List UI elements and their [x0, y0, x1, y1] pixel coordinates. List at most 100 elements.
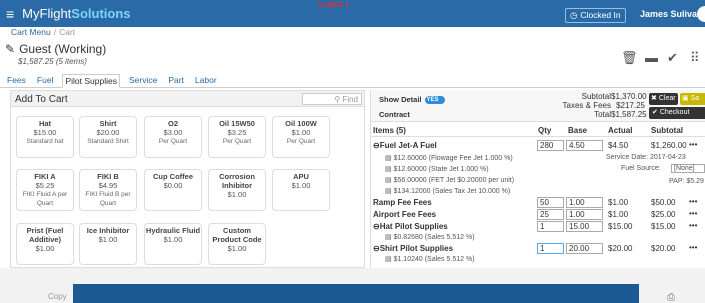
print-icon[interactable]: ⎙ — [667, 292, 675, 303]
qty-input[interactable]: 1 — [537, 243, 564, 254]
save-label: Sa — [690, 95, 700, 102]
more-icon[interactable]: ••• — [689, 197, 697, 206]
clocked-in-button[interactable]: ◷ Clocked In — [565, 8, 626, 23]
line-subtotal: $50.00 — [651, 198, 676, 207]
menu-icon[interactable]: ≡ — [6, 7, 14, 21]
more-icon[interactable]: ••• — [689, 140, 697, 149]
product-price: $3.25 — [227, 128, 247, 137]
product-name: Hydraulic Fluid — [145, 226, 201, 235]
product-card[interactable]: APU $1.00 — [272, 169, 330, 211]
minus-circle-icon[interactable]: ⊖ — [373, 244, 380, 253]
base-input[interactable]: 20.00 — [566, 243, 603, 254]
tax-fee-line: ▤ $0.82680 (Sales 5.512 %) — [385, 234, 475, 241]
qty-input[interactable]: 25 — [537, 209, 564, 220]
tab-labor[interactable]: Labor — [193, 74, 219, 88]
product-card[interactable]: Prist (Fuel Additive) $1.00 — [16, 223, 74, 265]
product-price: $0.00 — [163, 181, 183, 190]
fuel-fee-line: ▤ $134.12000 (Sales Tax Jet 10.000 %) — [385, 188, 511, 195]
fuel-source-label: Fuel Source: — [621, 165, 661, 172]
product-desc: FIKI Fluid A per Quart — [22, 191, 68, 207]
minus-circle-icon[interactable]: ⊖ — [373, 141, 380, 150]
fuel-qty-input[interactable]: 280 — [537, 140, 564, 151]
product-card[interactable]: Custom Product Code $1.00 — [208, 223, 266, 265]
check-icon[interactable]: ✔ — [667, 50, 678, 66]
add-to-cart-header: Add To Cart ⚲ Find — [11, 91, 364, 107]
product-card[interactable]: Oil 100W $1.00 Per Quart — [272, 116, 330, 158]
total-value: $1,587.25 — [611, 110, 647, 119]
taxes-label: Taxes & Fees — [562, 101, 611, 110]
tab-fuel[interactable]: Fuel — [35, 74, 56, 88]
qty-input[interactable]: 1 — [537, 221, 564, 232]
clock-icon: ◷ — [570, 10, 578, 20]
fuel-source-value: [None] — [674, 165, 695, 172]
minus-circle-icon[interactable]: ⊖ — [373, 222, 380, 231]
product-price: $1.00 — [227, 244, 247, 253]
clear-label: Clear — [658, 95, 676, 102]
product-card[interactable]: FIKI A $5.25 FIKI Fluid A per Quart — [16, 169, 74, 211]
cart-row-fuel: ⊖Fuel Jet-A Fuel 280 4.50 $4.50 $1,260.0… — [371, 139, 705, 153]
grid-icon[interactable]: ⠿ — [690, 50, 700, 66]
product-desc: Per Quart — [286, 138, 316, 145]
cart-panel: Show Detail YES Contract Subtotal Taxes & … — [370, 90, 705, 268]
clear-button[interactable]: ✖ Clear — [649, 93, 678, 105]
product-card[interactable]: O2 $3.00 Per Quart — [144, 116, 202, 158]
cart-item-name[interactable]: ⊖Shirt Pilot Supplies — [373, 244, 453, 253]
trash-icon[interactable]: 🗑 — [621, 50, 638, 66]
find-input[interactable]: ⚲ Find — [302, 93, 362, 105]
product-desc: FIKI Fluid B per Quart — [85, 191, 131, 207]
tab-pilot-supplies[interactable]: Pilot Supplies — [62, 74, 120, 88]
product-card[interactable]: Hydraulic Fluid $1.00 — [144, 223, 202, 265]
save-button[interactable]: ▣ Sa — [680, 93, 705, 105]
product-name: FIKI A — [34, 172, 56, 181]
edit-icon[interactable]: ✎ — [5, 42, 15, 56]
more-icon[interactable]: ••• — [689, 243, 697, 252]
product-card[interactable]: Cup Coffee $0.00 — [144, 169, 202, 211]
cart-item-name[interactable]: Ramp Fee Fees — [373, 198, 432, 207]
product-card[interactable]: Hat $15.00 Standard hat — [16, 116, 74, 158]
product-card[interactable]: Ice Inhibitor $1.00 — [79, 223, 137, 265]
col-items: Items (5) — [373, 126, 406, 135]
tab-fees[interactable]: Fees — [5, 74, 28, 88]
base-input[interactable]: 15.00 — [566, 221, 603, 232]
more-icon[interactable]: ••• — [689, 221, 697, 230]
product-price: $1.00 — [163, 235, 183, 244]
archive-icon[interactable]: ▬ — [645, 50, 658, 65]
product-card[interactable]: Oil 15W50 $3.25 Per Quart — [208, 116, 266, 158]
cart-item-name[interactable]: ⊖Hat Pilot Supplies — [373, 222, 448, 231]
product-card[interactable]: FIKI B $4.95 FIKI Fluid B per Quart — [79, 169, 137, 211]
fuel-source-select[interactable]: [None] — [671, 164, 705, 173]
fuel-base-input[interactable]: 4.50 — [566, 140, 603, 151]
base-input[interactable]: 1.00 — [566, 209, 603, 220]
product-card[interactable]: Corrosion Inhibitor $1.00 — [208, 169, 266, 211]
show-detail-toggle[interactable]: YES — [424, 95, 445, 104]
qty-input[interactable]: 50 — [537, 197, 564, 208]
product-desc: Standard Shirt — [87, 138, 129, 145]
tab-part[interactable]: Part — [166, 74, 186, 88]
avatar[interactable] — [697, 6, 705, 22]
breadcrumb: Cart Menu / Cart — [11, 27, 76, 37]
service-date: Service Date: 2017-04-23 — [606, 154, 686, 161]
checkout-button[interactable]: ✔ Checkout — [649, 107, 705, 119]
fuel-item-name[interactable]: ⊖Fuel Jet-A Fuel — [373, 141, 437, 150]
base-input[interactable]: 1.00 — [566, 197, 603, 208]
cart-summary: Show Detail YES Contract Subtotal Taxes & … — [371, 90, 705, 122]
tab-service[interactable]: Service — [127, 74, 159, 88]
receipt-icon: ▤ — [385, 256, 392, 263]
receipt-icon: ▤ — [385, 166, 392, 173]
save-icon: ▣ — [682, 95, 689, 102]
user-menu[interactable]: James Sulivan (Admin) — [640, 9, 705, 19]
more-icon[interactable]: ••• — [689, 209, 697, 218]
breadcrumb-cart-menu[interactable]: Cart Menu — [11, 27, 51, 37]
fuel-fee-line: ▤ $12.60000 (Flowage Fee Jet 1.000 %) — [385, 155, 513, 162]
product-desc: Standard hat — [26, 138, 64, 145]
fuel-fee-line: ▤ $12.60000 (State Jet 1.000 %) — [385, 166, 489, 173]
overlay-banner — [73, 284, 639, 303]
product-card[interactable]: Shirt $20.00 Standard Shirt — [79, 116, 137, 158]
actual-price: $1.00 — [608, 198, 629, 207]
cart-item-name[interactable]: Airport Fee Fees — [373, 210, 436, 219]
brand-name: MyFlight — [22, 6, 72, 21]
app-brand[interactable]: ≡ MyFlightSolutions — [6, 6, 131, 21]
actual-price: $1.00 — [608, 210, 629, 219]
product-price: $4.95 — [98, 181, 118, 190]
clocked-in-label: Clocked In — [580, 10, 621, 20]
